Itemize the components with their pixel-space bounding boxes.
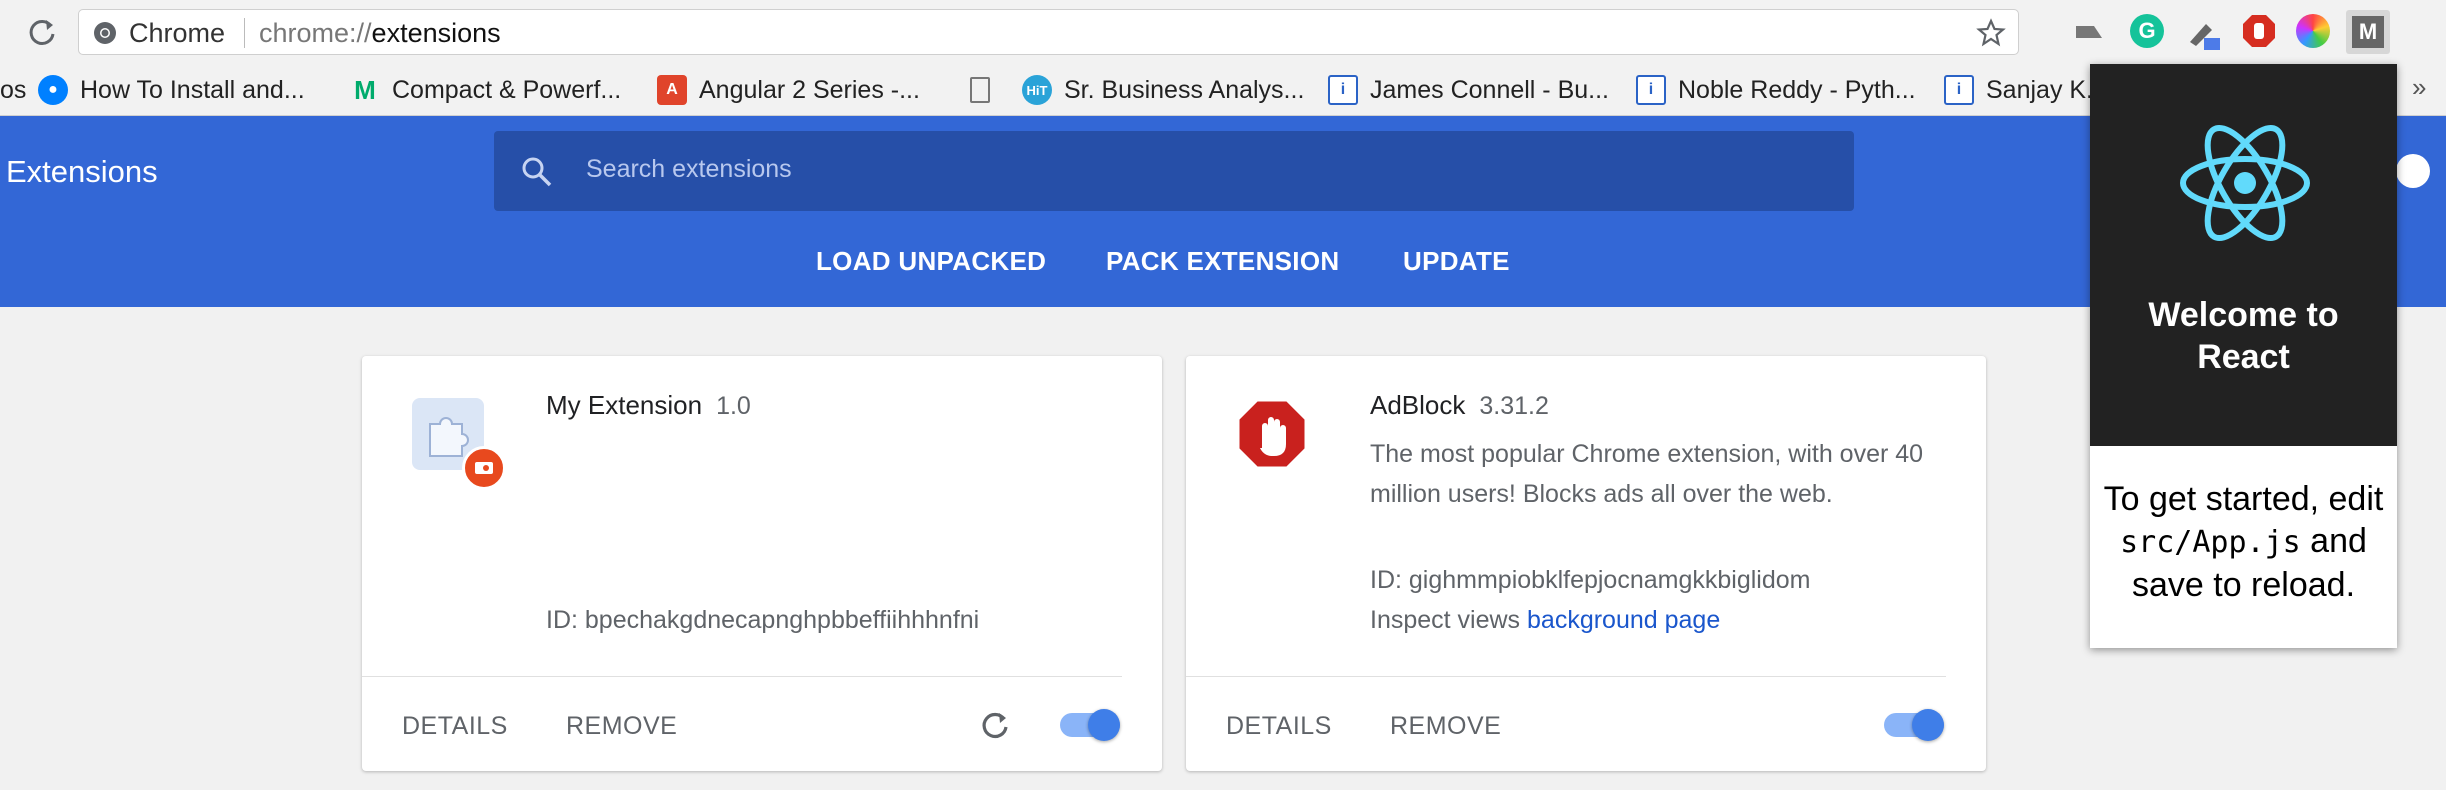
page-title: Extensions — [6, 154, 158, 189]
bookmark-item[interactable]: HiT Sr. Business Analys... — [1022, 70, 1304, 110]
document-icon — [970, 77, 990, 103]
welcome-line: React — [2197, 338, 2290, 376]
update-button[interactable]: UPDATE — [1403, 246, 1510, 280]
bookmark-item[interactable]: ● How To Install and... — [38, 70, 305, 110]
card-divider — [1186, 676, 1946, 677]
description-line: The most popular Chrome extension, with … — [1370, 440, 1924, 468]
medium-icon: M — [354, 74, 376, 105]
popup-welcome-title: Welcome to React — [2090, 294, 2397, 378]
file-path-code: src/App.js — [2120, 525, 2301, 560]
search-input[interactable]: Search extensions — [586, 155, 792, 184]
remove-button[interactable]: REMOVE — [1390, 712, 1501, 741]
search-icon — [520, 155, 554, 189]
bookmark-label: Angular 2 Series -... — [699, 75, 920, 104]
description-line: million users! Blocks ads all over the w… — [1370, 480, 1833, 508]
load-unpacked-button[interactable]: LOAD UNPACKED — [816, 246, 1046, 280]
extension-id: ID: gighmmpiobklfepjocnamgkkbiglidom — [1370, 566, 1811, 594]
omnibox-chip-label: Chrome — [129, 18, 226, 48]
address-bar[interactable]: Chrome chrome://extensions — [78, 9, 2019, 55]
react-logo-icon — [2178, 116, 2312, 250]
bookmark-item[interactable] — [970, 70, 990, 110]
adblock-toolbar-icon[interactable] — [2242, 14, 2276, 48]
bookmark-label: Sanjay K. — [1986, 75, 2094, 104]
details-button[interactable]: DETAILS — [1226, 712, 1332, 741]
info-icon: i — [1636, 75, 1666, 105]
reload-icon[interactable] — [24, 14, 60, 50]
adblock-hand-icon — [1236, 398, 1308, 470]
eyedropper-extension-icon[interactable] — [2186, 12, 2222, 52]
m-extension-icon[interactable]: M — [2346, 10, 2390, 54]
url-path: extensions — [371, 18, 501, 48]
extension-title: AdBlock 3.31.2 — [1370, 390, 1549, 421]
pack-extension-button[interactable]: PACK EXTENSION — [1106, 246, 1339, 280]
url-scheme: chrome:// — [259, 18, 372, 48]
popup-body: To get started, edit src/App.js and save… — [2090, 478, 2397, 606]
body-line: To get started, edit — [2103, 480, 2384, 518]
star-icon[interactable] — [1976, 18, 2006, 48]
bookmark-label: James Connell - Bu... — [1370, 75, 1609, 104]
extension-version: 3.31.2 — [1479, 392, 1549, 420]
chrome-icon — [93, 21, 117, 45]
tag-extension-icon[interactable] — [2074, 20, 2104, 44]
popup-header: Welcome to React — [2090, 64, 2397, 446]
body-line: save to reload. — [2131, 566, 2356, 604]
reload-extension-icon[interactable] — [976, 706, 1014, 744]
enable-toggle-knob — [1088, 709, 1120, 741]
extension-name: AdBlock — [1370, 390, 1466, 420]
background-page-link[interactable]: background page — [1527, 606, 1720, 634]
details-button[interactable]: DETAILS — [402, 712, 508, 741]
extension-id: ID: bpechakgdnecapnghpbbeffiihhhnfni — [546, 606, 980, 634]
extension-card-adblock: AdBlock 3.31.2 The most popular Chrome ex… — [1186, 356, 1986, 771]
enable-toggle-knob — [1912, 709, 1944, 741]
digitalocean-icon: ● — [38, 75, 68, 105]
inspect-views: Inspect views background page — [1370, 600, 1720, 640]
bookmark-item[interactable]: i Noble Reddy - Pyth... — [1636, 70, 1916, 110]
info-icon: i — [1944, 75, 1974, 105]
url-text[interactable]: chrome://extensions — [259, 18, 501, 49]
remove-button[interactable]: REMOVE — [566, 712, 677, 741]
bookmark-label: Noble Reddy - Pyth... — [1678, 75, 1916, 104]
omnibox-divider — [244, 18, 245, 48]
bookmark-label: Sr. Business Analys... — [1064, 75, 1305, 104]
color-picker-extension-icon[interactable] — [2296, 14, 2330, 48]
extension-card-my-extension: My Extension 1.0 ID: bpechakgdnecapnghpbb… — [362, 356, 1162, 771]
bookmark-item[interactable]: M Compact & Powerf... — [350, 70, 621, 110]
info-icon: i — [1328, 75, 1358, 105]
search-box[interactable]: Search extensions — [494, 131, 1854, 211]
card-divider — [362, 676, 1122, 677]
bookmark-item[interactable]: i James Connell - Bu... — [1328, 70, 1609, 110]
extension-name: My Extension — [546, 390, 703, 420]
body-and: and — [2310, 522, 2367, 560]
bookmark-fragment[interactable]: os — [0, 70, 26, 110]
extension-description: The most popular Chrome extension, with … — [1370, 434, 1980, 514]
inspect-label: Inspect views — [1370, 606, 1521, 634]
grammarly-icon[interactable]: G — [2130, 14, 2164, 48]
bookmark-label: Compact & Powerf... — [392, 75, 622, 104]
extension-popup: Welcome to React To get started, edit sr… — [2090, 64, 2397, 648]
angular-icon: A — [657, 75, 687, 105]
welcome-line: Welcome to — [2148, 296, 2339, 334]
bookmark-item[interactable]: A Angular 2 Series -... — [657, 70, 920, 110]
developer-mode-toggle-knob[interactable] — [2396, 154, 2430, 188]
bookmark-label: How To Install and... — [80, 75, 305, 104]
extension-version: 1.0 — [716, 392, 751, 420]
chevron-double-right-icon[interactable]: » — [2412, 72, 2426, 103]
unpacked-badge-icon — [462, 446, 506, 490]
extension-title: My Extension 1.0 — [546, 390, 751, 421]
hit-icon: HiT — [1022, 75, 1052, 105]
body-line: src/App.js and — [2090, 520, 2397, 564]
bookmark-item[interactable]: i Sanjay K. — [1944, 70, 2093, 110]
